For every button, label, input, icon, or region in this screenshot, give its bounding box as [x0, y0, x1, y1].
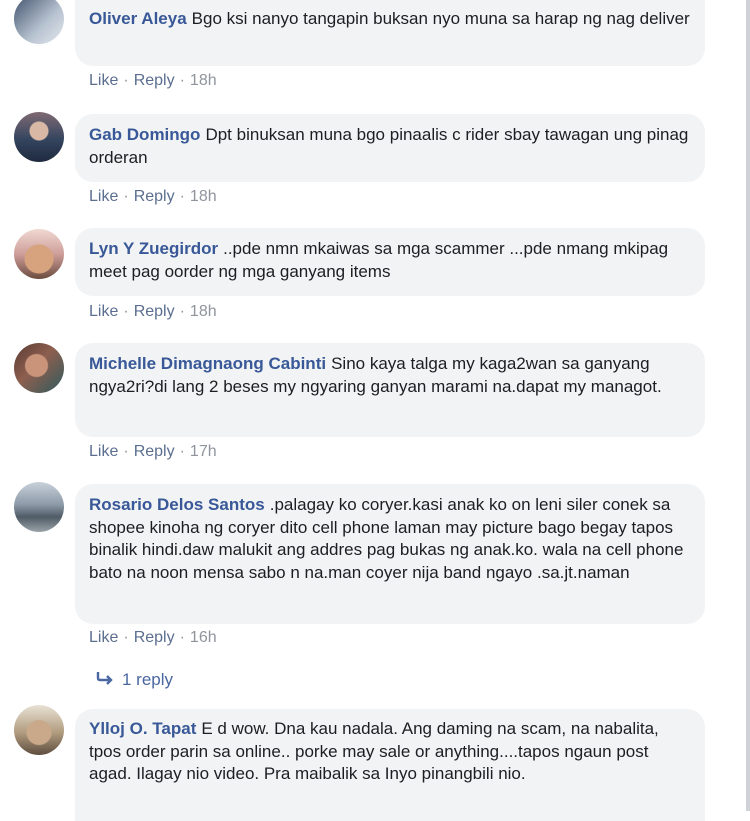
comment-author[interactable]: Michelle Dimagnaong Cabinti: [89, 354, 326, 373]
avatar[interactable]: [14, 343, 64, 393]
comment-timestamp[interactable]: 17h: [190, 443, 217, 460]
separator-dot: ·: [123, 188, 129, 205]
comment-timestamp[interactable]: 18h: [190, 188, 217, 205]
view-replies-link[interactable]: 1 reply: [96, 670, 173, 690]
comment-actions: Like · Reply · 18h: [89, 303, 217, 321]
avatar[interactable]: [14, 705, 64, 755]
comment-bubble: Rosario Delos Santos .palagay ko coryer.k…: [75, 484, 705, 624]
comment-bubble: Oliver Aleya Bgo ksi nanyo tangapin buksa…: [75, 0, 705, 66]
like-link[interactable]: Like: [89, 443, 118, 460]
replies-count: 1 reply: [122, 670, 174, 689]
avatar[interactable]: [14, 482, 64, 532]
comment-actions: Like · Reply · 18h: [89, 188, 217, 206]
separator-dot: ·: [179, 188, 185, 205]
comment-author[interactable]: Oliver Aleya: [89, 9, 187, 28]
comment-author[interactable]: Gab Domingo: [89, 125, 200, 144]
comment-author[interactable]: Ylloj O. Tapat: [89, 719, 196, 738]
like-link[interactable]: Like: [89, 629, 118, 646]
comment-text: Bgo ksi nanyo tangapin buksan nyo muna s…: [191, 9, 690, 28]
comment-bubble: Lyn Y Zuegirdor ..pde nmn mkaiwas sa mga …: [75, 228, 705, 296]
comment-author[interactable]: Rosario Delos Santos: [89, 495, 265, 514]
reply-link[interactable]: Reply: [134, 629, 175, 646]
reply-arrow-icon: [96, 670, 122, 690]
separator-dot: ·: [179, 629, 185, 646]
like-link[interactable]: Like: [89, 188, 118, 205]
separator-dot: ·: [179, 303, 185, 320]
separator-dot: ·: [179, 72, 185, 89]
comment-timestamp[interactable]: 18h: [190, 72, 217, 89]
separator-dot: ·: [179, 443, 185, 460]
like-link[interactable]: Like: [89, 72, 118, 89]
comment-actions: Like · Reply · 16h: [89, 629, 217, 647]
avatar[interactable]: [14, 112, 64, 162]
like-link[interactable]: Like: [89, 303, 118, 320]
reply-link[interactable]: Reply: [134, 443, 175, 460]
separator-dot: ·: [123, 72, 129, 89]
comment-actions: Like · Reply · 17h: [89, 443, 217, 461]
reply-link[interactable]: Reply: [134, 72, 175, 89]
comment-timestamp[interactable]: 18h: [190, 303, 217, 320]
comment-bubble: Ylloj O. Tapat E d wow. Dna kau nadala. A…: [75, 709, 705, 821]
separator-dot: ·: [123, 443, 129, 460]
reply-link[interactable]: Reply: [134, 188, 175, 205]
comment-bubble: Gab Domingo Dpt binuksan muna bgo pinaali…: [75, 114, 705, 182]
comment-timestamp[interactable]: 16h: [190, 629, 217, 646]
reply-link[interactable]: Reply: [134, 303, 175, 320]
separator-dot: ·: [123, 629, 129, 646]
comment-author[interactable]: Lyn Y Zuegirdor: [89, 239, 218, 258]
comment-actions: Like · Reply · 18h: [89, 72, 217, 90]
avatar[interactable]: [14, 229, 64, 279]
avatar[interactable]: [14, 0, 64, 44]
comment-bubble: Michelle Dimagnaong Cabinti Sino kaya tal…: [75, 343, 705, 437]
separator-dot: ·: [123, 303, 129, 320]
